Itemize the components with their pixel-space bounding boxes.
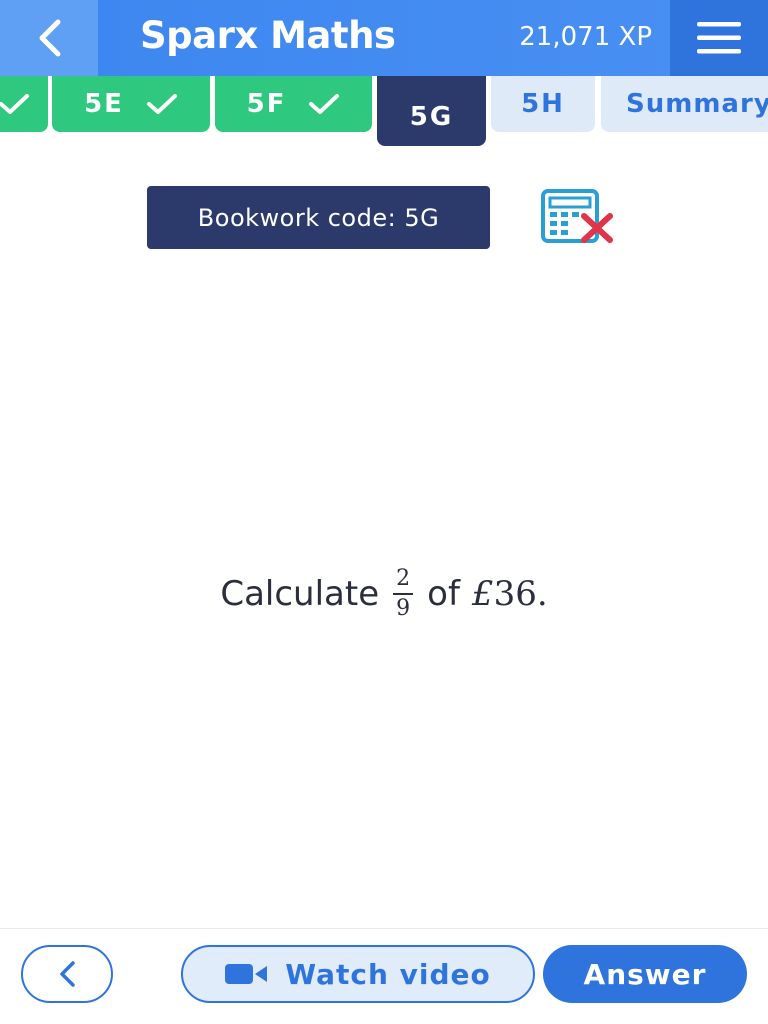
tab-previous[interactable] [0, 76, 48, 132]
sparx-app: Sparx Maths 21,071 XP 5E 5F 5G 5H Summar… [0, 0, 768, 1024]
currency-symbol: £ [471, 574, 494, 614]
task-tabs: 5E 5F 5G 5H Summary [0, 76, 768, 148]
bookwork-code: Bookwork code: 5G [147, 186, 490, 249]
app-title: Sparx Maths [140, 14, 396, 57]
menu-button[interactable] [670, 0, 768, 76]
tab-label: Summary [626, 89, 768, 119]
tab-label: 5E [84, 89, 124, 119]
fraction-denominator: 9 [396, 596, 411, 621]
top-bar: Sparx Maths 21,071 XP [0, 0, 768, 76]
xp-counter: 21,071 XP [519, 22, 652, 52]
chevron-left-icon [34, 18, 64, 58]
checkmark-icon [0, 93, 30, 115]
fraction: 2 9 [393, 566, 414, 621]
watch-video-button[interactable]: Watch video [181, 945, 535, 1003]
checkmark-icon [308, 93, 340, 115]
question-text: Calculate 2 9 of £36. [0, 568, 768, 620]
calculator-not-allowed-icon [540, 188, 616, 246]
question-middle: of [427, 574, 460, 614]
video-camera-icon [225, 962, 268, 986]
previous-button[interactable] [21, 945, 113, 1003]
answer-button[interactable]: Answer [543, 945, 747, 1003]
watch-video-label: Watch video [285, 957, 491, 991]
tab-5f[interactable]: 5F [215, 76, 372, 132]
fraction-numerator: 2 [396, 566, 411, 591]
answer-label: Answer [583, 957, 707, 991]
tab-5e[interactable]: 5E [52, 76, 210, 132]
tab-summary[interactable]: Summary [601, 76, 768, 132]
back-button[interactable] [0, 0, 98, 76]
tab-label: 5H [521, 89, 565, 119]
tab-5g[interactable]: 5G [377, 76, 486, 146]
checkmark-icon [146, 93, 178, 115]
tab-label: 5G [409, 102, 454, 132]
fraction-bar [393, 593, 414, 595]
question-amount: 36 [493, 574, 537, 614]
tab-5h[interactable]: 5H [491, 76, 595, 132]
question-prefix: Calculate [220, 574, 380, 614]
bookwork-code-label: Bookwork code: 5G [197, 203, 440, 232]
question-suffix: . [536, 574, 548, 614]
chevron-left-icon [56, 959, 78, 989]
hamburger-menu-icon [697, 22, 741, 54]
footer-divider [0, 928, 768, 929]
tab-label: 5F [246, 89, 287, 119]
